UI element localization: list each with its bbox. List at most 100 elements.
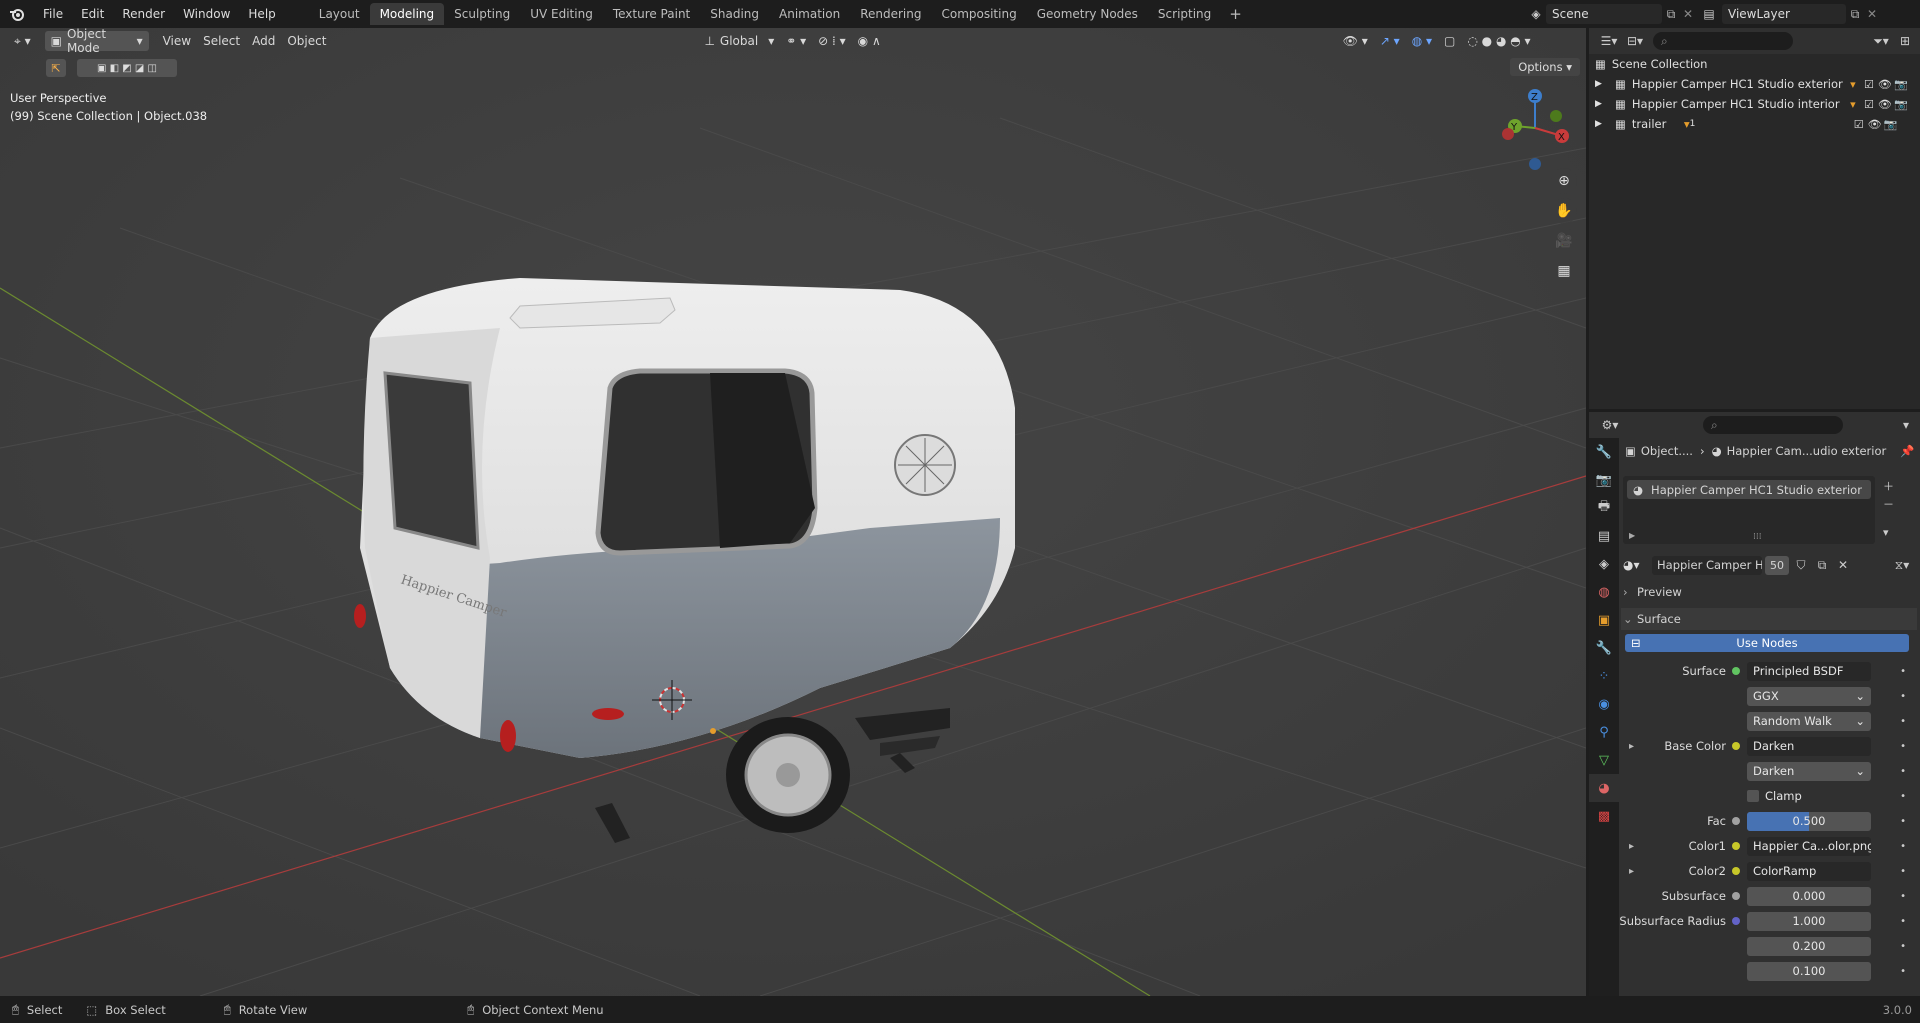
material-tab-icon[interactable]: ◕ xyxy=(1589,774,1619,802)
keyframe-dot-icon[interactable]: • xyxy=(1900,766,1906,777)
zoom-icon[interactable]: ⊕ xyxy=(1551,168,1577,194)
menu-render[interactable]: Render xyxy=(113,7,174,21)
socket-icon[interactable] xyxy=(1732,742,1740,750)
tab-texture-paint[interactable]: Texture Paint xyxy=(603,3,700,25)
node-dropdown[interactable]: GGX ⌄ xyxy=(1747,686,1871,706)
new-collection-icon[interactable]: ⊞ xyxy=(1896,34,1914,48)
keyframe-dot-icon[interactable]: • xyxy=(1900,716,1906,727)
socket-icon[interactable] xyxy=(1732,817,1740,825)
node-link-field[interactable]: Happier Ca...olor.png.001 xyxy=(1747,836,1871,856)
material-slot[interactable]: ◕ Happier Camper HC1 Studio exterior xyxy=(1627,480,1871,499)
new-scene-icon[interactable]: ⧉ xyxy=(1662,7,1680,22)
tool-tab-icon[interactable]: 🔧 xyxy=(1589,438,1619,466)
socket-icon[interactable] xyxy=(1732,667,1740,675)
checkbox-icon[interactable] xyxy=(1747,790,1759,802)
fake-user-shield-icon[interactable]: ⛉ xyxy=(1792,558,1810,573)
add-workspace-icon[interactable]: + xyxy=(1221,5,1250,23)
socket-icon[interactable] xyxy=(1732,892,1740,900)
checkbox-icon[interactable]: ☑ xyxy=(1861,98,1877,111)
remove-slot-icon[interactable]: － xyxy=(1883,496,1894,512)
camera-icon[interactable]: 🎥 xyxy=(1551,228,1577,254)
gizmo-toggle-icon[interactable]: ↗ ▾ xyxy=(1374,31,1406,51)
shading-modes[interactable]: ◌ ● ◕ ◓ ▾ xyxy=(1461,31,1536,51)
duplicate-icon[interactable]: ⧉ xyxy=(1813,558,1831,573)
tab-layout[interactable]: Layout xyxy=(309,3,370,25)
view-layer-tab-icon[interactable]: ▤ xyxy=(1589,522,1619,550)
tab-shading[interactable]: Shading xyxy=(700,3,769,25)
modifier-tab-icon[interactable]: 🔧 xyxy=(1589,634,1619,662)
node-link-icon[interactable]: ⧖▾ xyxy=(1889,558,1915,573)
tab-animation[interactable]: Animation xyxy=(769,3,850,25)
node-link-field[interactable]: Darken xyxy=(1747,736,1871,756)
properties-type-icon[interactable]: ⚙▾ xyxy=(1595,418,1625,432)
view-layer-field[interactable]: ViewLayer xyxy=(1722,4,1846,24)
socket-icon[interactable] xyxy=(1732,842,1740,850)
filter-funnel-icon[interactable]: ▾ xyxy=(1845,98,1861,111)
outliner-item[interactable]: ▶ ▦ Happier Camper HC1 Studio interior ▾… xyxy=(1589,94,1920,114)
pin-icon[interactable]: 📌 xyxy=(1900,444,1914,458)
eye-icon[interactable]: 👁 xyxy=(1877,78,1893,91)
eye-icon[interactable]: 👁 xyxy=(1867,118,1883,131)
xray-icon[interactable]: ▢ xyxy=(1438,31,1461,51)
resize-handle[interactable]: ⁞⁞⁞ xyxy=(1753,532,1762,542)
checkbox-icon[interactable]: ☑ xyxy=(1861,78,1877,91)
tab-modeling[interactable]: Modeling xyxy=(369,3,445,25)
menu-object[interactable]: Object xyxy=(281,31,332,51)
orientation-dropdown[interactable]: ⊥ Global ▾ xyxy=(698,31,780,51)
filter-icon[interactable]: ⏷▾ xyxy=(1866,34,1896,49)
surface-panel-header[interactable]: ⌄ Surface xyxy=(1621,608,1917,630)
render-tab-icon[interactable]: 📷 xyxy=(1589,466,1619,494)
menu-window[interactable]: Window xyxy=(174,7,239,21)
numeric-field[interactable]: 1.000 xyxy=(1747,911,1871,931)
node-link-field[interactable]: Principled BSDF xyxy=(1747,661,1871,681)
tab-scripting[interactable]: Scripting xyxy=(1148,3,1221,25)
preview-panel-header[interactable]: › Preview xyxy=(1623,582,1915,602)
pivot-icon[interactable]: ⚭ ▾ xyxy=(780,31,812,51)
select-mode-icons[interactable]: ▣ ◧ ◩ ◪ ◫ xyxy=(77,59,177,77)
render-camera-icon[interactable]: 📷 xyxy=(1893,98,1909,111)
outliner-item[interactable]: ▶ ▦ trailer ▾ 1 ☑ 👁 📷 xyxy=(1589,114,1920,134)
fac-slider[interactable]: 0.500 xyxy=(1747,811,1871,831)
scene-field[interactable]: Scene xyxy=(1546,4,1662,24)
editor-type-icon[interactable]: ⌖ ▾ xyxy=(8,31,37,51)
clamp-checkbox[interactable]: Clamp xyxy=(1747,787,1871,806)
checkbox-icon[interactable]: ☑ xyxy=(1851,118,1867,131)
scene-icon[interactable]: ◈ xyxy=(1526,7,1546,21)
chevron-down-icon[interactable]: ▾ xyxy=(1898,418,1914,432)
delete-scene-icon[interactable]: ✕ xyxy=(1680,7,1696,21)
pan-hand-icon[interactable]: ✋ xyxy=(1551,198,1577,224)
menu-help[interactable]: Help xyxy=(239,7,284,21)
keyframe-dot-icon[interactable]: • xyxy=(1900,816,1906,827)
outliner-search-input[interactable]: ⌕ xyxy=(1653,32,1793,50)
material-slot-list[interactable]: ◕ Happier Camper HC1 Studio exterior ▶ ⁞⁞… xyxy=(1623,476,1875,544)
expand-arrow-icon[interactable]: ▶ xyxy=(1595,99,1609,109)
render-camera-icon[interactable]: 📷 xyxy=(1883,118,1899,131)
particles-tab-icon[interactable]: ⁘ xyxy=(1589,662,1619,690)
menu-edit[interactable]: Edit xyxy=(72,7,113,21)
socket-icon[interactable] xyxy=(1732,917,1740,925)
tab-rendering[interactable]: Rendering xyxy=(850,3,931,25)
view-layer-icon[interactable]: ▤ xyxy=(1696,7,1722,21)
numeric-field[interactable]: 0.200 xyxy=(1747,936,1871,956)
keyframe-dot-icon[interactable]: • xyxy=(1900,916,1906,927)
proportional-edit-icon[interactable]: ◉ ∧ xyxy=(852,31,887,51)
expand-arrow-icon[interactable]: ▶ xyxy=(1595,119,1609,129)
expand-arrow-icon[interactable]: ▶ xyxy=(1595,79,1609,89)
unlink-icon[interactable]: ✕ xyxy=(1834,558,1852,572)
chevron-down-icon[interactable]: ▾ xyxy=(1883,526,1894,539)
physics-tab-icon[interactable]: ◉ xyxy=(1589,690,1619,718)
socket-icon[interactable] xyxy=(1732,867,1740,875)
3d-viewport[interactable]: Happier Camper ⌖ ▾ ▣ Object Mode ▾ View Se… xyxy=(0,28,1586,996)
keyframe-dot-icon[interactable]: • xyxy=(1900,841,1906,852)
node-link-field[interactable]: ColorRamp xyxy=(1747,861,1871,881)
keyframe-dot-icon[interactable]: • xyxy=(1900,741,1906,752)
keyframe-dot-icon[interactable]: • xyxy=(1900,666,1906,677)
tab-geometry-nodes[interactable]: Geometry Nodes xyxy=(1027,3,1148,25)
outliner-item[interactable]: ▶ ▦ Happier Camper HC1 Studio exterior ▾… xyxy=(1589,74,1920,94)
menu-view[interactable]: View xyxy=(157,31,197,51)
keyframe-dot-icon[interactable]: • xyxy=(1900,791,1906,802)
new-view-layer-icon[interactable]: ⧉ xyxy=(1846,7,1864,22)
menu-file[interactable]: File xyxy=(34,7,72,21)
expand-arrow-icon[interactable]: ▸ xyxy=(1629,741,1634,752)
material-browse-icon[interactable]: ◕▾ xyxy=(1623,558,1649,572)
